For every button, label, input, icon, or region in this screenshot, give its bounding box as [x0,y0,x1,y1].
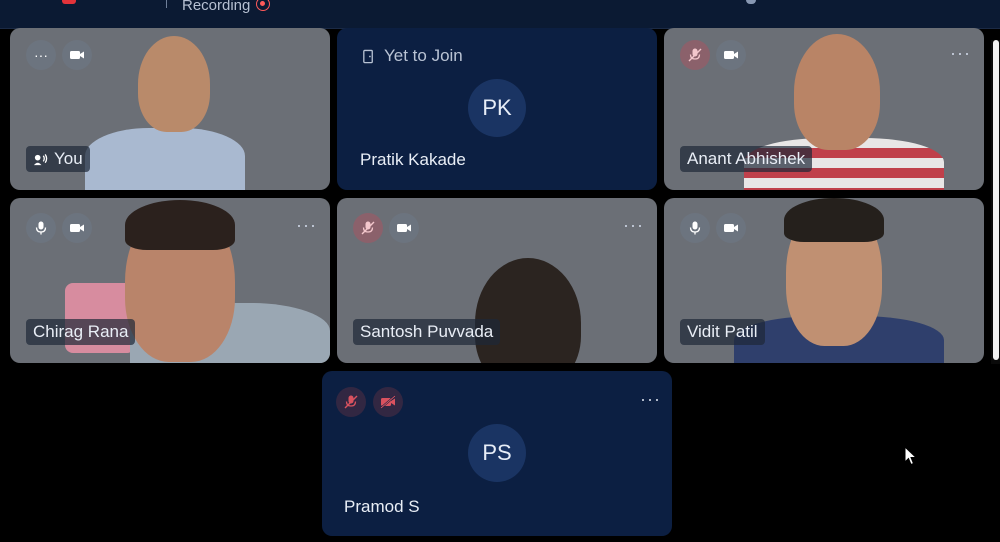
video-feed [125,200,235,250]
mic-icon [35,221,47,235]
mouse-cursor-icon [904,446,918,466]
camera-toggle-button[interactable] [716,40,746,70]
avatar: PK [468,79,526,137]
camera-toggle-button[interactable] [62,213,92,243]
more-options-button[interactable]: ··· [640,390,661,408]
video-feed [138,36,210,132]
mic-toggle-button[interactable] [353,213,383,243]
mic-muted-icon [688,48,702,62]
avatar: PS [468,424,526,482]
door-icon [363,49,373,63]
participant-name-tag: Chirag Rana [26,319,136,345]
participant-name: Santosh Puvvada [360,322,494,341]
camera-toggle-button[interactable] [373,387,403,417]
participant-name-tag: Santosh Puvvada [353,319,501,345]
participant-name: Chirag Rana [33,322,129,341]
avatar-initials: PK [482,95,512,120]
recording-indicator-icon [256,0,270,11]
avatar-initials: PS [482,440,512,465]
participant-name: Pramod S [344,497,420,516]
header-icon[interactable] [746,0,756,4]
mic-muted-icon [344,395,358,409]
mic-toggle-button[interactable] [680,40,710,70]
participant-name: Vidit Patil [687,322,758,341]
mic-icon [689,221,701,235]
camera-icon [70,224,84,232]
mic-toggle-button[interactable] [680,213,710,243]
participant-tile-santosh[interactable]: ··· Santosh Puvvada [337,198,657,363]
more-icon: ··· [34,47,48,63]
top-bar: Recording [0,0,1000,29]
participant-tile-anant[interactable]: ··· Anant Abhishek [664,28,984,190]
participant-name-tag: You [26,146,90,172]
header-divider [166,0,167,8]
speaking-icon [33,153,48,165]
participant-name: Anant Abhishek [687,149,806,168]
participant-tile-pramod[interactable]: ··· PS Pramod S [322,371,672,536]
participant-name: Pratik Kakade [360,150,466,169]
more-options-button[interactable]: ··· [296,216,317,234]
more-options-button[interactable]: ··· [950,44,971,62]
video-feed [85,128,245,190]
participant-tile-you[interactable]: ··· You [10,28,330,190]
video-feed [794,34,880,150]
join-status: Yet to Join [361,46,463,66]
participant-tile-pratik[interactable]: Yet to Join PK Pratik Kakade [337,28,657,190]
video-feed [475,258,581,363]
participant-tile-vidit[interactable]: Vidit Patil [664,198,984,363]
video-feed [784,198,884,242]
participant-name: You [54,149,83,168]
camera-icon [724,224,738,232]
camera-toggle-button[interactable] [716,213,746,243]
camera-off-icon [380,395,396,409]
scrollbar-thumb[interactable] [993,40,999,360]
join-status-label: Yet to Join [384,46,463,65]
participant-tile-chirag[interactable]: ··· Chirag Rana [10,198,330,363]
recording-label: Recording [182,0,251,14]
mic-muted-icon [361,221,375,235]
more-options-button[interactable]: ··· [623,216,644,234]
more-options-button[interactable]: ··· [26,40,56,70]
participant-name-tag: Anant Abhishek [680,146,813,172]
camera-icon [397,224,411,232]
brand-logo-fragment [62,0,76,4]
camera-toggle-button[interactable] [62,40,92,70]
camera-icon [724,51,738,59]
mic-toggle-button[interactable] [26,213,56,243]
camera-toggle-button[interactable] [389,213,419,243]
participant-name-tag: Vidit Patil [680,319,765,345]
camera-icon [70,51,84,59]
mic-toggle-button[interactable] [336,387,366,417]
